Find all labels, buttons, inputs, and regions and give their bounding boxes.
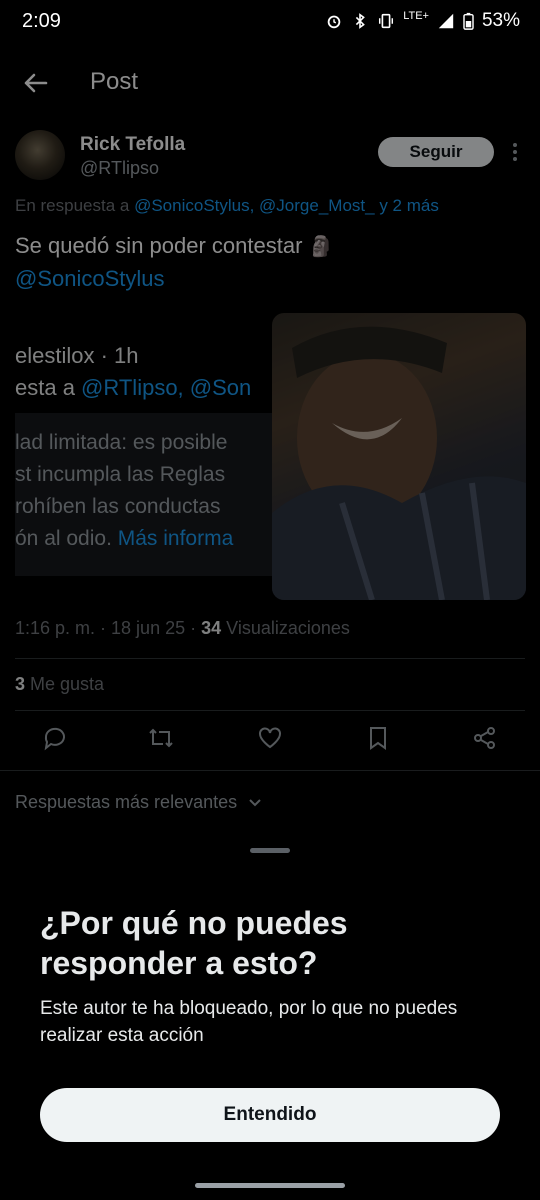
status-bar: 2:09 LTE+ 53% xyxy=(0,0,540,48)
like-icon[interactable] xyxy=(256,724,284,752)
likes-summary[interactable]: 3 Me gusta xyxy=(15,674,104,695)
reply-prefix: En respuesta a xyxy=(15,196,135,215)
retweet-icon[interactable] xyxy=(147,724,175,752)
home-indicator[interactable] xyxy=(195,1183,345,1188)
quoted-user-line: elestilox · 1h xyxy=(15,343,139,368)
share-icon[interactable] xyxy=(471,724,499,752)
chevron-down-icon xyxy=(249,799,261,807)
divider xyxy=(0,770,540,771)
notice-line: lad limitada: es posible xyxy=(15,431,228,454)
author-handle[interactable]: @RTlipso xyxy=(80,158,159,179)
reply-icon[interactable] xyxy=(41,724,69,752)
notice-text: lad limitada: es posible st incumpla las… xyxy=(15,427,233,555)
bluetooth-icon xyxy=(356,13,366,29)
likes-count: 3 xyxy=(15,674,26,694)
vibrate-icon xyxy=(379,13,394,29)
notice-line: rohíben las conductas xyxy=(15,495,221,518)
quoted-tweet[interactable]: elestilox · 1h esta a @RTlipso, @Son lad… xyxy=(0,313,272,593)
network-type: LTE+ xyxy=(403,10,429,22)
arrow-left-icon[interactable] xyxy=(20,68,50,98)
sheet-body: Este autor te ha bloqueado, por lo que n… xyxy=(40,998,458,1046)
post-photo[interactable] xyxy=(272,313,526,600)
sort-label: Respuestas más relevantes xyxy=(15,792,238,812)
views-label: Visualizaciones xyxy=(221,618,350,638)
reply-users-link[interactable]: @SonicoStylus, @Jorge_Most_ xyxy=(134,196,375,215)
tweet-mention-link[interactable]: @SonicoStylus xyxy=(15,266,165,291)
notice-line-last: ón al odio. Más informa xyxy=(15,523,233,555)
author-name[interactable]: Rick Tefolla xyxy=(80,134,185,156)
limited-visibility-notice: lad limitada: es posible st incumpla las… xyxy=(15,413,272,576)
post-actions xyxy=(0,724,540,764)
more-options-icon[interactable] xyxy=(508,140,522,164)
learn-more-link[interactable]: Más informa xyxy=(118,527,234,550)
views-count: 34 xyxy=(201,618,222,638)
bottom-sheet: ¿Por qué no puedes responder a esto? Est… xyxy=(0,835,540,1200)
quoted-reply-users[interactable]: @RTlipso, @Son xyxy=(81,375,251,400)
post: Rick Tefolla @RTlipso Seguir En respuest… xyxy=(0,118,540,838)
page-title: Post xyxy=(90,68,139,95)
divider xyxy=(15,710,525,711)
sheet-grabber[interactable] xyxy=(250,848,290,853)
moai-emoji: 🗿 xyxy=(308,236,334,258)
alarm-icon xyxy=(327,15,341,29)
likes-label: Me gusta xyxy=(25,674,105,694)
bookmark-icon[interactable] xyxy=(364,724,392,752)
reply-context: En respuesta a @SonicoStylus, @Jorge_Mos… xyxy=(15,196,439,216)
photo-person-image xyxy=(272,326,526,600)
avatar[interactable] xyxy=(15,130,65,180)
quoted-reply-context: esta a @RTlipso, @Son xyxy=(15,375,251,401)
understood-button[interactable]: Entendido xyxy=(40,1088,500,1142)
sort-replies-dropdown[interactable]: Respuestas más relevantes xyxy=(15,792,262,813)
quoted-reply-prefix: esta a xyxy=(15,375,82,400)
follow-button[interactable]: Seguir xyxy=(378,137,494,167)
status-icons: LTE+ 53% xyxy=(325,10,520,32)
sheet-title: ¿Por qué no puedes responder a esto? xyxy=(40,905,348,981)
signal-icon xyxy=(438,13,454,29)
reply-more-link[interactable]: y 2 más xyxy=(375,196,439,215)
timestamp: 1:16 p. m. · 18 jun 25 · xyxy=(15,618,202,638)
notice-line: st incumpla las Reglas xyxy=(15,463,226,486)
tweet-text: Se quedó sin poder contestar 🗿 @SonicoSt… xyxy=(15,230,333,295)
tweet-body: Se quedó sin poder contestar xyxy=(15,233,303,258)
post-metadata: 1:16 p. m. · 18 jun 25 · 34 Visualizacio… xyxy=(15,618,350,639)
battery-level: 53% xyxy=(481,10,520,31)
battery-icon xyxy=(463,12,474,30)
status-time: 2:09 xyxy=(22,10,61,32)
notice-last-text: ón al odio. xyxy=(15,527,118,550)
divider xyxy=(15,658,525,659)
